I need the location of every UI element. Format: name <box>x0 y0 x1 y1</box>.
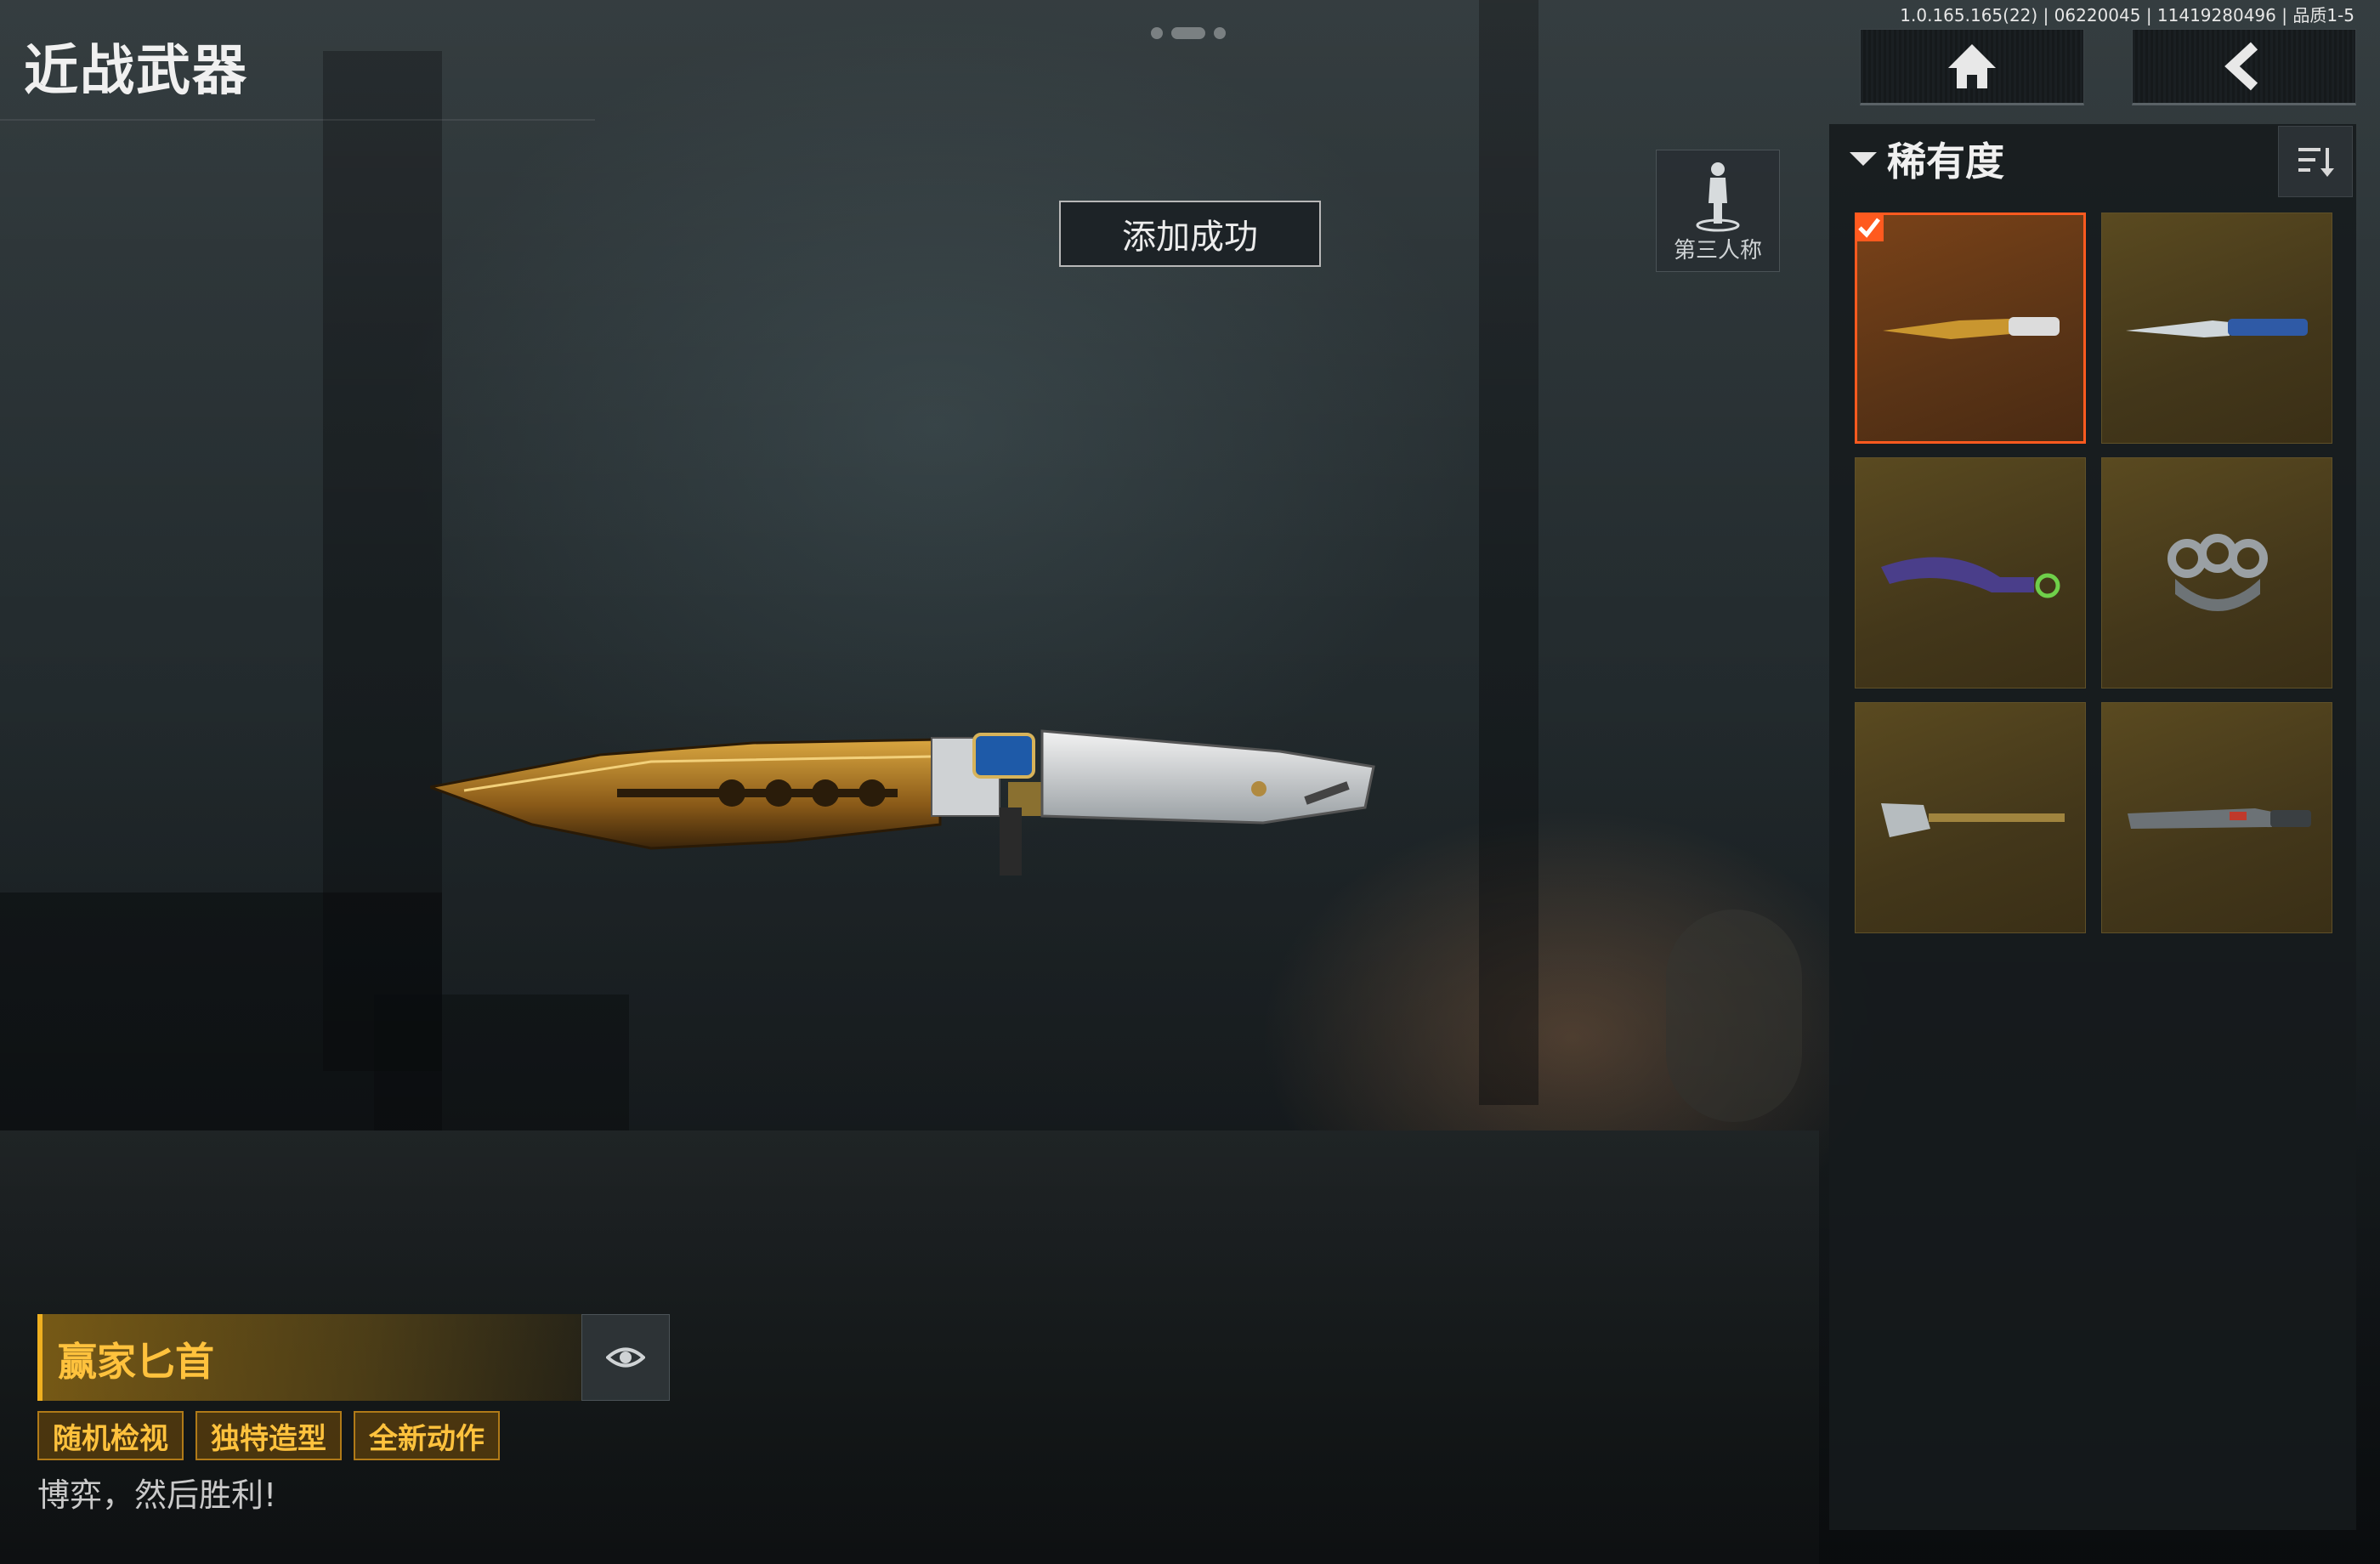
back-arrow-icon <box>2224 42 2258 91</box>
weapon-name-plate: 赢家匕首 <box>37 1314 581 1401</box>
machete-icon <box>2128 808 2311 829</box>
chevron-down-icon <box>1850 152 1877 166</box>
home-button[interactable] <box>1860 29 2084 105</box>
selected-checkbox[interactable] <box>1855 212 1884 241</box>
item-tile-machete[interactable] <box>2101 702 2332 933</box>
tag-new-action: 全新动作 <box>354 1411 500 1460</box>
tag-unique-style: 独特造型 <box>196 1411 342 1460</box>
item-tile-ornate-gold-dagger[interactable] <box>1855 212 2086 444</box>
shovel-icon <box>1881 803 2065 837</box>
gold-dagger-icon <box>1883 317 2060 339</box>
weapon-description: 博弈，然后胜利! <box>37 1476 277 1514</box>
eye-icon <box>606 1347 645 1368</box>
item-tile-brass-knuckles[interactable] <box>2101 457 2332 688</box>
weapon-model <box>430 729 1375 876</box>
page-indicator <box>1151 27 1226 39</box>
person-icon <box>1696 162 1740 232</box>
weapon-name: 赢家匕首 <box>58 1339 214 1385</box>
home-icon <box>1948 44 1996 88</box>
sort-order-button[interactable] <box>2278 126 2353 197</box>
brass-knuckles-icon <box>2168 534 2268 611</box>
third-person-label: 第三人称 <box>1673 238 1762 264</box>
item-tile-purple-karambit[interactable] <box>1855 457 2086 688</box>
karambit-icon <box>1881 557 2060 598</box>
sort-icon <box>2298 148 2334 177</box>
version-info: 1.0.165.165(22) | 06220045 | 11419280496… <box>1900 5 2354 26</box>
tag-random-inspect: 随机检视 <box>37 1411 184 1460</box>
title-divider <box>0 119 595 121</box>
item-tile-shovel[interactable] <box>1855 702 2086 933</box>
item-tile-blue-combat-knife[interactable] <box>2101 212 2332 444</box>
preview-eye-button[interactable] <box>581 1314 670 1401</box>
rarity-sort-label: 稀有度 <box>1887 139 2004 184</box>
blue-knife-icon <box>2126 319 2308 337</box>
back-button[interactable] <box>2132 29 2356 105</box>
checkmark-icon <box>1858 218 1880 238</box>
success-toast: 添加成功 <box>1059 201 1321 267</box>
rarity-sort-dropdown[interactable]: 稀有度 <box>1850 131 2004 187</box>
feature-tags: 随机检视 独特造型 全新动作 <box>37 1411 500 1460</box>
page-title: 近战武器 <box>24 40 248 103</box>
third-person-toggle[interactable]: 第三人称 <box>1656 150 1780 272</box>
